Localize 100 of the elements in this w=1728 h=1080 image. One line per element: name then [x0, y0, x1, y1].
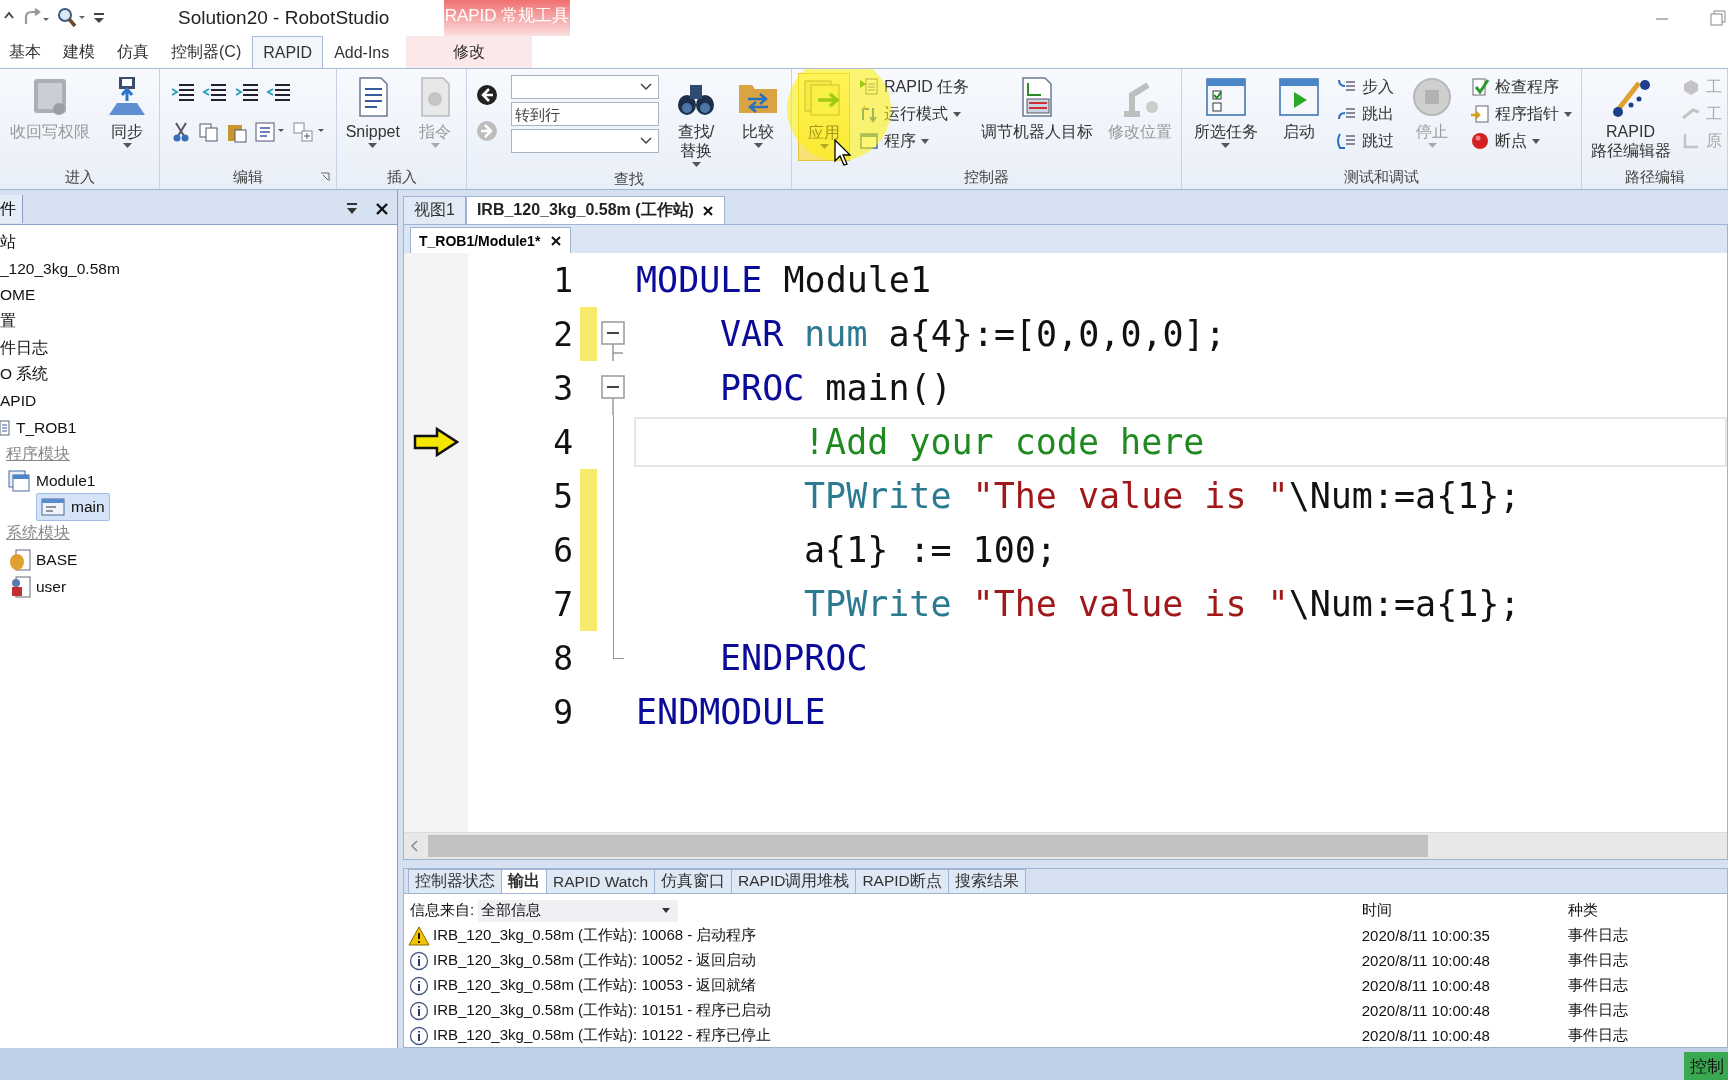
tree-group-header[interactable]: 系统模块 [6, 523, 70, 545]
ribbon-button[interactable]: 步入 [1336, 75, 1394, 99]
caret-icon [1221, 143, 1231, 149]
line-number: 4 [552, 422, 573, 462]
caret-icon [921, 138, 929, 144]
caret-icon [1564, 111, 1573, 117]
panel-tab[interactable]: RAPID调用堆栈 [731, 869, 857, 893]
code-line: ENDMODULE [636, 692, 826, 732]
line-number: 9 [552, 692, 573, 732]
tree-item[interactable]: OME [0, 286, 36, 305]
go-to-line-field[interactable]: 转到行 [511, 102, 659, 126]
outdent-icon[interactable] [202, 81, 228, 103]
log-message: IRB_120_3kg_0.58m (工作站): 10122 - 程序已停止 [433, 1026, 772, 1045]
restore-icon[interactable] [1708, 8, 1728, 28]
copy-icon[interactable] [198, 121, 220, 143]
ribbon-button[interactable]: 跳过 [1336, 129, 1394, 153]
indent-icon[interactable] [170, 81, 196, 103]
scroll-left-icon[interactable] [410, 840, 420, 852]
tree-group-header[interactable]: 程序模块 [6, 443, 70, 465]
close-icon[interactable] [701, 204, 714, 217]
pin-menu-icon[interactable] [345, 202, 359, 216]
tree-item[interactable]: 站 [0, 231, 16, 253]
ribbon-button[interactable]: 程序指针 [1470, 102, 1573, 126]
tree-item[interactable]: O 系统 [0, 364, 49, 386]
controller-status-button[interactable]: 控制 [1684, 1052, 1728, 1080]
tree-item[interactable]: T_ROB1 [16, 418, 77, 437]
ribbon-tab[interactable]: 基本 [0, 36, 52, 68]
panel-tab[interactable]: 件 [0, 195, 23, 223]
column-header[interactable]: 种类 [1568, 901, 1727, 920]
ribbon-tab[interactable]: RAPID [252, 36, 324, 68]
log-time: 2020/8/11 10:00:48 [1360, 1002, 1491, 1019]
panel-tab[interactable]: 仿真窗口 [654, 869, 733, 893]
log-time: 2020/8/11 10:00:48 [1360, 977, 1491, 994]
hand-document-icon [8, 549, 32, 572]
code-line: !Add your code here [804, 422, 1205, 462]
tree-item[interactable]: 件日志 [0, 337, 48, 359]
list-icon[interactable] [254, 121, 286, 143]
panel-tab[interactable]: RAPID断点 [855, 869, 949, 893]
group-label: 路径编辑 [1624, 167, 1685, 187]
horizontal-scrollbar[interactable] [404, 832, 1727, 859]
log-message: IRB_120_3kg_0.58m (工作站): 10068 - 启动程序 [433, 926, 757, 945]
tree-item[interactable]: BASE [36, 551, 78, 570]
filter-dropdown[interactable]: 全部信息 [478, 899, 679, 922]
line-number: 7 [552, 584, 573, 624]
ribbon-tab[interactable]: 建模 [52, 36, 106, 68]
ribbon-button[interactable]: 检查程序 [1470, 75, 1573, 99]
document-tab[interactable]: IRB_120_3kg_0.58m (工作站) [465, 196, 725, 224]
ribbon-button[interactable]: 所选任务 [1190, 73, 1261, 161]
mouse-pointer-icon [834, 139, 852, 167]
close-icon[interactable] [375, 202, 389, 216]
tree-item[interactable]: APID [0, 392, 37, 411]
window-icon [859, 131, 879, 151]
customize-icon[interactable] [92, 11, 106, 25]
chevron-icon [640, 137, 652, 145]
zoom-icon[interactable] [56, 6, 86, 30]
group-label: 控制器 [964, 167, 1009, 187]
ribbon-tab[interactable]: 修改 [406, 36, 533, 68]
ribbon-tab[interactable]: Add-Ins [323, 36, 401, 68]
ribbon-button[interactable]: 启动 [1273, 73, 1324, 161]
ribbon-button[interactable]: RAPID 任务 [859, 75, 970, 99]
ribbon-tab[interactable]: 控制器(C) [160, 36, 253, 68]
back-icon[interactable] [475, 83, 499, 107]
ribbon-button[interactable]: 同步 [102, 73, 153, 161]
expand-icon[interactable] [292, 121, 326, 143]
document-tab[interactable]: 视图1 [403, 196, 466, 224]
group-label: 编辑 [233, 167, 263, 187]
ribbon-button[interactable]: RAPID 路径编辑器 [1587, 73, 1674, 162]
column-header[interactable]: 时间 [1353, 901, 1569, 920]
info-icon [408, 950, 430, 971]
tree-item[interactable]: _120_3kg_0.58m [0, 259, 120, 278]
filter-label: 信息来自: [410, 901, 475, 920]
tree-item[interactable]: Module1 [36, 471, 96, 490]
caret-icon [662, 908, 671, 913]
panel-tab[interactable]: 搜索结果 [947, 869, 1026, 893]
comment-icon[interactable] [234, 81, 260, 103]
routine-icon [41, 497, 65, 518]
tree-item[interactable]: main [36, 493, 110, 522]
log-message: IRB_120_3kg_0.58m (工作站): 10052 - 返回启动 [433, 951, 757, 970]
ribbon-button[interactable]: 调节机器人目标 [978, 73, 1096, 161]
panel-tab[interactable]: RAPID Watch [546, 869, 656, 893]
uncomment-icon[interactable] [266, 81, 292, 103]
tree-item[interactable]: 置 [0, 311, 16, 333]
code-line: VAR num a{4}:=[0,0,0,0]; [720, 314, 1226, 354]
dialog-launcher-icon[interactable] [320, 172, 330, 182]
panel-tab[interactable]: 输出 [501, 869, 547, 893]
scrollbar-thumb[interactable] [428, 835, 1428, 857]
code-line: a{1} := 100; [804, 530, 1057, 570]
ribbon-button[interactable]: 查找/ 替换 [671, 73, 721, 170]
editor-tab[interactable]: T_ROB1/Module1* [410, 227, 572, 253]
ribbon-button[interactable]: 比较 [733, 73, 783, 161]
ribbon-tab[interactable]: 仿真 [106, 36, 160, 68]
tree-item[interactable]: user [36, 577, 67, 596]
ribbon-button[interactable]: Snippet [342, 73, 403, 161]
panel-tab[interactable]: 控制器状态 [408, 869, 502, 893]
close-icon[interactable] [550, 234, 563, 247]
ribbon-button[interactable]: 跳出 [1336, 102, 1394, 126]
window-icon [8, 469, 32, 492]
ribbon-button[interactable]: 断点 [1470, 129, 1573, 153]
code-line: TPWrite "The value is "\Num:=a{1}; [804, 584, 1521, 624]
ribbon-button[interactable]: 程序 [859, 129, 970, 153]
